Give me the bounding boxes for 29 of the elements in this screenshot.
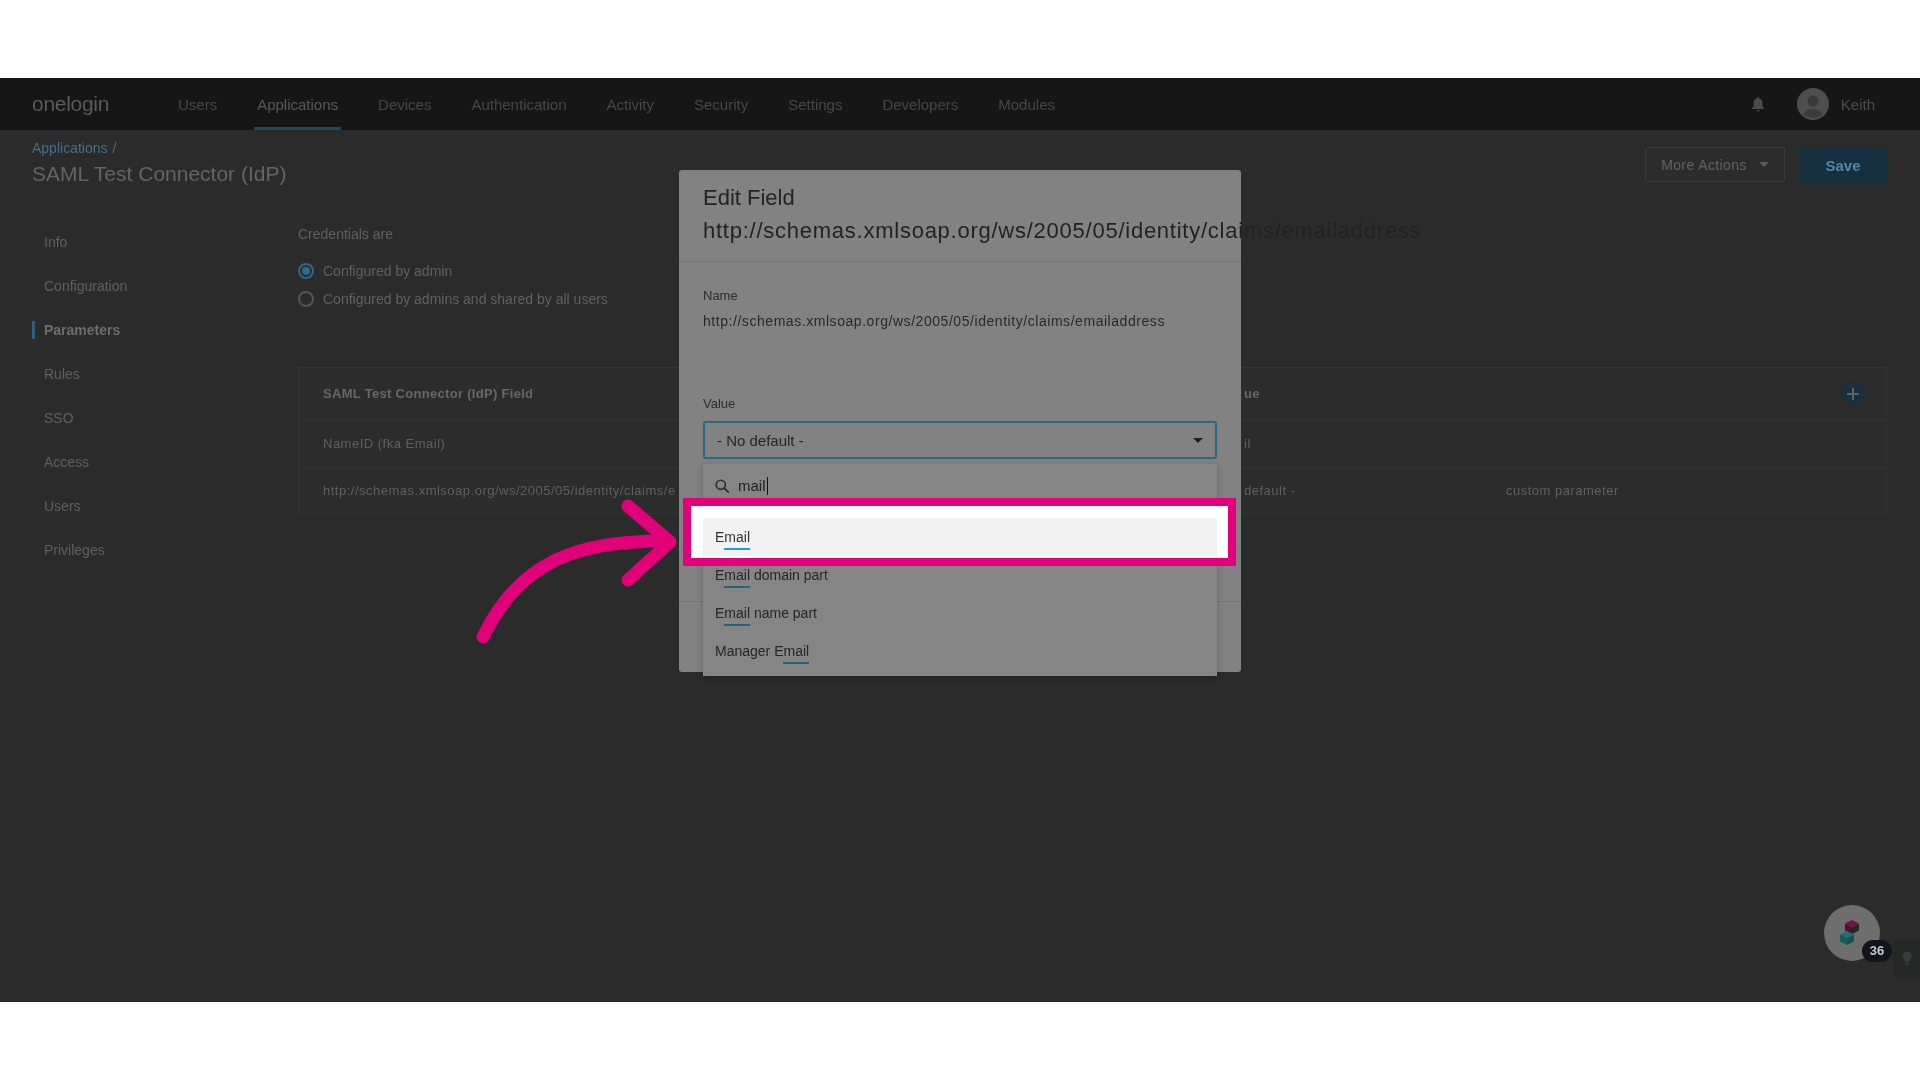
avatar-icon[interactable] bbox=[1796, 88, 1829, 120]
save-button[interactable]: Save bbox=[1799, 147, 1887, 183]
plus-icon bbox=[1847, 387, 1859, 400]
radio-button[interactable] bbox=[298, 291, 314, 307]
sidebar-item[interactable]: Parameters bbox=[32, 321, 121, 339]
field-value: http://schemas.xmlsoap.org/ws/2005/05/identity/claims/emailaddress bbox=[703, 312, 1165, 331]
table-header-cell: SAML Test Connector (IdP) Field bbox=[323, 386, 534, 401]
dialog-title: Edit Field bbox=[703, 184, 795, 212]
count-badge: 36 bbox=[1862, 940, 1892, 962]
breadcrumb-separator: / bbox=[112, 140, 117, 156]
field-label: Value bbox=[703, 396, 736, 412]
caret-icon bbox=[1193, 437, 1203, 443]
user-name[interactable]: Keith bbox=[1840, 95, 1875, 113]
search-field[interactable]: mail bbox=[703, 474, 1217, 498]
table-header-cell: ue bbox=[1244, 386, 1260, 401]
value-select[interactable]: - No default - bbox=[703, 421, 1217, 459]
field-label: Name bbox=[703, 288, 738, 304]
page-title: SAML Test Connector (IdP) bbox=[32, 161, 287, 187]
breadcrumb-link[interactable]: Applications bbox=[32, 140, 108, 156]
add-button[interactable] bbox=[1841, 381, 1865, 406]
search-icon bbox=[715, 479, 729, 493]
dropdown-option[interactable]: Email name part bbox=[715, 605, 817, 626]
dropdown-option[interactable]: Manager Email bbox=[715, 643, 810, 664]
radio-button[interactable] bbox=[298, 263, 314, 279]
tips-tab[interactable] bbox=[1893, 940, 1920, 977]
caret-icon bbox=[1758, 162, 1769, 167]
bell-icon[interactable] bbox=[1750, 96, 1765, 112]
logo[interactable]: onelogin bbox=[32, 92, 158, 116]
dropdown-option[interactable]: Email bbox=[703, 518, 1217, 556]
